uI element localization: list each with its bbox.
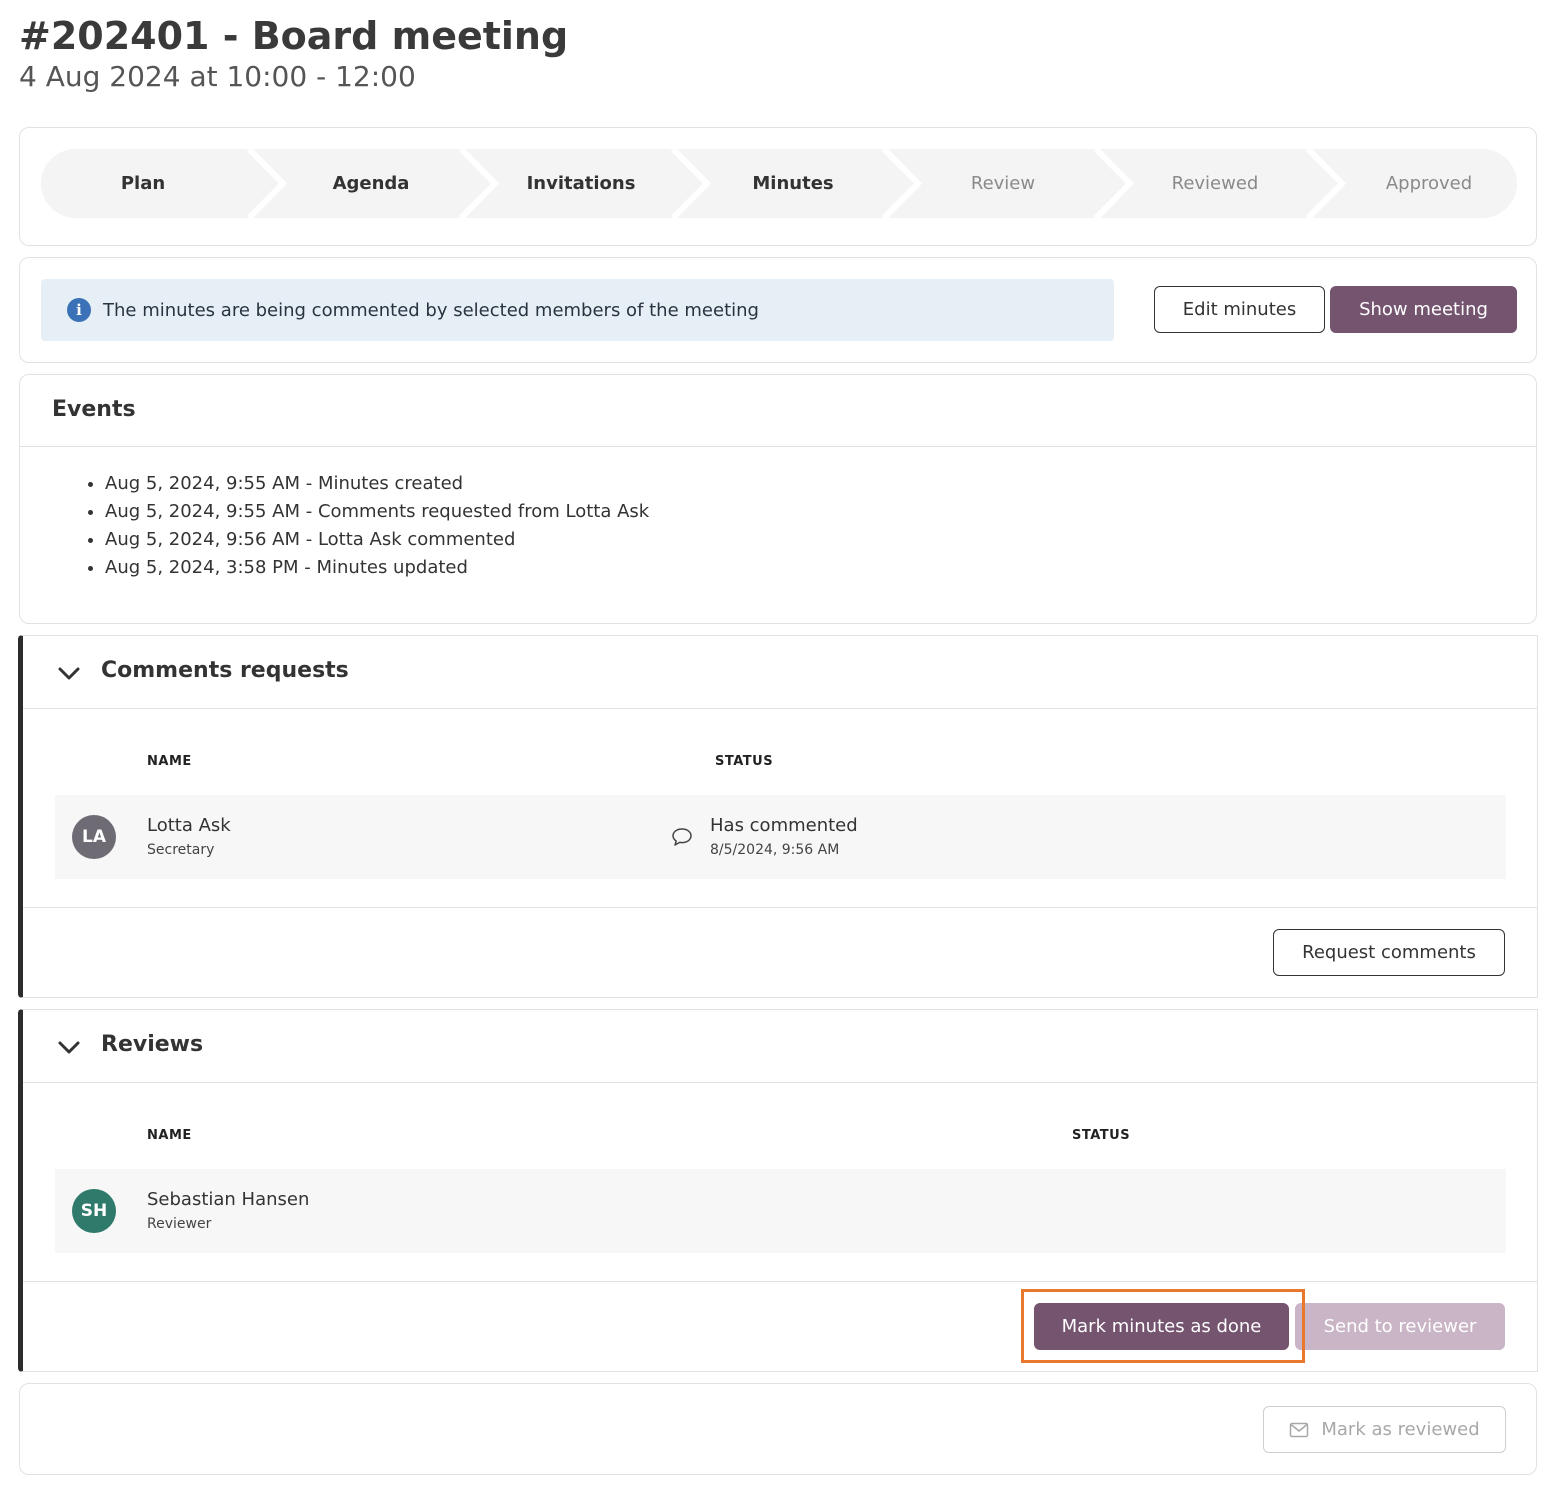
step-separator-icon (246, 149, 288, 218)
chevron-down-icon[interactable] (55, 660, 83, 688)
step-label: Agenda (332, 173, 410, 194)
comment-status: Has commented (710, 815, 858, 836)
request-comments-button[interactable]: Request comments (1273, 929, 1505, 976)
status-notice: i The minutes are being commented by sel… (41, 279, 1114, 341)
step-plan[interactable]: Plan (41, 149, 245, 218)
envelope-icon (1290, 1422, 1309, 1437)
chevron-down-icon[interactable] (55, 1034, 83, 1062)
step-label: Minutes (752, 173, 834, 194)
column-header-name: NAME (147, 1128, 192, 1143)
person-role: Reviewer (147, 1216, 212, 1232)
avatar: LA (72, 815, 116, 859)
review-actions-card: Mark as reviewed (19, 1383, 1537, 1475)
column-header-status: STATUS (1072, 1128, 1131, 1143)
divider (20, 446, 1536, 447)
events-card: Events Aug 5, 2024, 9:55 AM - Minutes cr… (19, 374, 1537, 624)
page-title: #202401 - Board meeting (19, 14, 569, 58)
step-label: Review (970, 173, 1036, 194)
meeting-datetime: 4 Aug 2024 at 10:00 - 12:00 (19, 60, 416, 93)
table-row: SH Sebastian Hansen Reviewer (55, 1169, 1506, 1253)
divider (23, 708, 1537, 709)
mark-as-reviewed-label: Mark as reviewed (1321, 1419, 1480, 1440)
step-separator-icon (1305, 149, 1347, 218)
person-role: Secretary (147, 842, 215, 858)
avatar: SH (72, 1189, 116, 1233)
show-meeting-button[interactable]: Show meeting (1330, 286, 1517, 333)
person-name: Sebastian Hansen (147, 1189, 310, 1210)
comments-requests-title[interactable]: Comments requests (101, 658, 349, 683)
step-separator-icon (881, 149, 923, 218)
divider (23, 907, 1537, 908)
event-item: Aug 5, 2024, 3:58 PM - Minutes updated (105, 556, 649, 584)
info-icon: i (67, 298, 91, 322)
column-header-name: NAME (147, 754, 192, 769)
event-item: Aug 5, 2024, 9:55 AM - Minutes created (105, 472, 649, 500)
mark-minutes-done-button[interactable]: Mark minutes as done (1034, 1303, 1289, 1350)
reviews-section: Reviews NAME STATUS SH Sebastian Hansen … (18, 1009, 1538, 1372)
send-to-reviewer-button[interactable]: Send to reviewer (1295, 1303, 1505, 1350)
step-separator-icon (458, 149, 500, 218)
minutes-status-card: i The minutes are being commented by sel… (19, 257, 1537, 363)
workflow-stepper-card: Plan Agenda Invitations Minutes Review R… (19, 127, 1537, 246)
step-separator-icon (670, 149, 712, 218)
events-list: Aug 5, 2024, 9:55 AM - Minutes created A… (105, 472, 649, 584)
events-title: Events (52, 397, 136, 422)
person-name: Lotta Ask (147, 815, 231, 836)
step-separator-icon (1093, 149, 1135, 218)
event-item: Aug 5, 2024, 9:56 AM - Lotta Ask comment… (105, 528, 649, 556)
step-label: Plan (120, 173, 166, 194)
step-label: Reviewed (1171, 173, 1259, 194)
edit-minutes-button[interactable]: Edit minutes (1154, 286, 1325, 333)
comment-icon (672, 828, 692, 846)
table-row: LA Lotta Ask Secretary Has commented 8/5… (55, 795, 1506, 879)
divider (23, 1281, 1537, 1282)
step-label: Invitations (526, 173, 636, 194)
event-item: Aug 5, 2024, 9:55 AM - Comments requeste… (105, 500, 649, 528)
column-header-status: STATUS (715, 754, 774, 769)
reviews-title[interactable]: Reviews (101, 1032, 203, 1057)
comment-status-time: 8/5/2024, 9:56 AM (710, 842, 840, 858)
workflow-stepper: Plan Agenda Invitations Minutes Review R… (41, 149, 1517, 218)
divider (23, 1082, 1537, 1083)
notice-text: The minutes are being commented by selec… (103, 299, 759, 321)
mark-as-reviewed-button[interactable]: Mark as reviewed (1263, 1406, 1506, 1453)
comments-requests-section: Comments requests NAME STATUS LA Lotta A… (18, 635, 1538, 998)
step-label: Approved (1385, 173, 1473, 194)
